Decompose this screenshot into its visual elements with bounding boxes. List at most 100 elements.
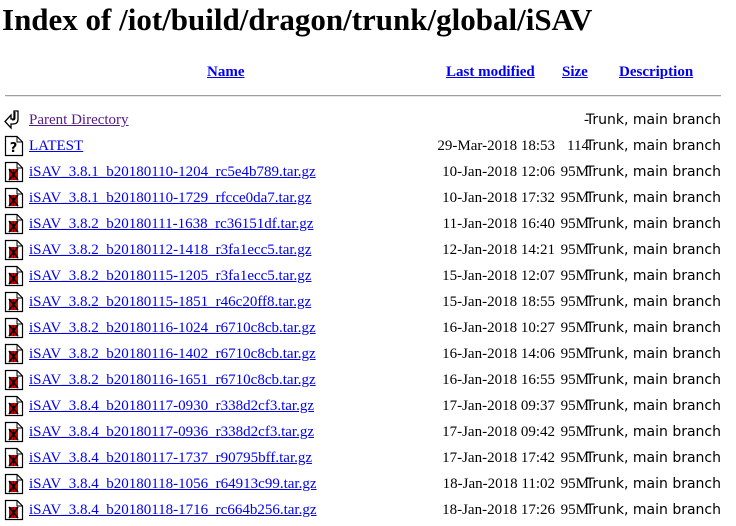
size-cell: 95M <box>560 320 589 336</box>
description-cell: Trunk, main branch <box>585 450 721 466</box>
description-cell: Trunk, main branch <box>585 242 721 258</box>
sort-by-description-link[interactable]: Description <box>619 63 693 81</box>
archive-file-icon[interactable] <box>4 395 24 417</box>
description-cell: Trunk, main branch <box>585 476 721 492</box>
description-cell: Trunk, main branch <box>585 502 721 518</box>
last-modified-cell: 15-Jan-2018 12:07 <box>442 268 555 284</box>
archive-file-icon[interactable] <box>4 213 24 235</box>
description-cell: Trunk, main branch <box>585 216 721 232</box>
file-link[interactable]: iSAV_3.8.1_b20180110-1204_rc5e4b789.tar.… <box>29 163 316 181</box>
last-modified-cell: 10-Jan-2018 12:06 <box>442 164 555 180</box>
archive-file-icon[interactable] <box>4 499 24 521</box>
unknown-file-icon[interactable]: ? <box>4 135 24 157</box>
archive-file-icon[interactable] <box>4 473 24 495</box>
last-modified-cell: 11-Jan-2018 16:40 <box>442 216 555 232</box>
file-link[interactable]: iSAV_3.8.4_b20180117-0936_r338d2cf3.tar.… <box>29 423 314 441</box>
size-cell: 95M <box>560 294 589 310</box>
table-row: iSAV_3.8.2_b20180116-1651_r6710c8cb.tar.… <box>0 367 736 393</box>
sort-by-size-link[interactable]: Size <box>562 63 588 81</box>
archive-file-icon[interactable] <box>4 369 24 391</box>
last-modified-cell: 16-Jan-2018 16:55 <box>442 372 555 388</box>
size-cell: 95M <box>560 398 589 414</box>
size-cell: 95M <box>560 164 589 180</box>
last-modified-cell: 16-Jan-2018 10:27 <box>442 320 555 336</box>
file-link[interactable]: iSAV_3.8.4_b20180117-1737_r90795bff.tar.… <box>29 449 312 467</box>
last-modified-cell: 17-Jan-2018 17:42 <box>442 450 555 466</box>
table-row: iSAV_3.8.4_b20180118-1056_r64913c99.tar.… <box>0 471 736 497</box>
svg-text:?: ? <box>10 141 18 156</box>
table-row: iSAV_3.8.2_b20180115-1205_r3fa1ecc5.tar.… <box>0 263 736 289</box>
last-modified-cell: 17-Jan-2018 09:42 <box>442 424 555 440</box>
description-cell: Trunk, main branch <box>585 294 721 310</box>
table-row: iSAV_3.8.1_b20180110-1729_rfcce0da7.tar.… <box>0 185 736 211</box>
description-cell: Trunk, main branch <box>585 190 721 206</box>
file-link[interactable]: iSAV_3.8.2_b20180115-1851_r46c20ff8.tar.… <box>29 293 311 311</box>
last-modified-cell: 12-Jan-2018 14:21 <box>442 242 555 258</box>
table-row: iSAV_3.8.2_b20180112-1418_r3fa1ecc5.tar.… <box>0 237 736 263</box>
last-modified-cell: 18-Jan-2018 11:02 <box>442 476 555 492</box>
file-link[interactable]: LATEST <box>29 137 83 155</box>
table-row: iSAV_3.8.2_b20180116-1024_r6710c8cb.tar.… <box>0 315 736 341</box>
table-row: iSAV_3.8.4_b20180117-0930_r338d2cf3.tar.… <box>0 393 736 419</box>
file-link[interactable]: iSAV_3.8.2_b20180116-1402_r6710c8cb.tar.… <box>29 345 316 363</box>
description-cell: Trunk, main branch <box>585 424 721 440</box>
size-cell: 95M <box>560 502 589 518</box>
table-row: iSAV_3.8.2_b20180116-1402_r6710c8cb.tar.… <box>0 341 736 367</box>
description-cell: Trunk, main branch <box>585 372 721 388</box>
size-cell: 95M <box>560 372 589 388</box>
file-link[interactable]: iSAV_3.8.4_b20180117-0930_r338d2cf3.tar.… <box>29 397 314 415</box>
header-divider <box>5 95 721 97</box>
file-link[interactable]: iSAV_3.8.4_b20180118-1716_rc664b256.tar.… <box>29 501 316 519</box>
archive-file-icon[interactable] <box>4 343 24 365</box>
table-row: ? LATEST 29-Mar-2018 18:53 114 Trunk, main b… <box>0 133 736 159</box>
file-link[interactable]: iSAV_3.8.2_b20180111-1638_rc36151df.tar.… <box>29 215 313 233</box>
archive-file-icon[interactable] <box>4 239 24 261</box>
page-title: Index of /iot/build/dragon/trunk/global/… <box>2 2 593 37</box>
description-cell: Trunk, main branch <box>585 164 721 180</box>
description-cell: Trunk, main branch <box>585 112 721 128</box>
description-cell: Trunk, main branch <box>585 138 721 154</box>
file-link[interactable]: iSAV_3.8.2_b20180116-1651_r6710c8cb.tar.… <box>29 371 316 389</box>
size-cell: 95M <box>560 424 589 440</box>
archive-file-icon[interactable] <box>4 187 24 209</box>
last-modified-cell: 15-Jan-2018 18:55 <box>442 294 555 310</box>
file-link[interactable]: iSAV_3.8.4_b20180118-1056_r64913c99.tar.… <box>29 475 316 493</box>
table-row: iSAV_3.8.4_b20180117-1737_r90795bff.tar.… <box>0 445 736 471</box>
size-cell: 95M <box>560 346 589 362</box>
parent-directory-link[interactable]: Parent Directory <box>29 111 129 129</box>
size-cell: 95M <box>560 242 589 258</box>
description-cell: Trunk, main branch <box>585 346 721 362</box>
table-row: iSAV_3.8.2_b20180115-1851_r46c20ff8.tar.… <box>0 289 736 315</box>
description-cell: Trunk, main branch <box>585 398 721 414</box>
archive-file-icon[interactable] <box>4 161 24 183</box>
last-modified-cell: 17-Jan-2018 09:37 <box>442 398 555 414</box>
size-cell: 95M <box>560 190 589 206</box>
back-icon[interactable] <box>4 109 24 131</box>
sort-by-name-link[interactable]: Name <box>207 63 245 81</box>
archive-file-icon[interactable] <box>4 421 24 443</box>
size-cell: 95M <box>560 450 589 466</box>
description-cell: Trunk, main branch <box>585 320 721 336</box>
last-modified-cell: 18-Jan-2018 17:26 <box>442 502 555 518</box>
sort-by-last-modified-link[interactable]: Last modified <box>446 63 535 81</box>
parent-directory-row: Parent Directory - Trunk, main branch <box>0 107 736 133</box>
last-modified-cell: 16-Jan-2018 14:06 <box>442 346 555 362</box>
size-cell: 95M <box>560 216 589 232</box>
file-link[interactable]: iSAV_3.8.2_b20180116-1024_r6710c8cb.tar.… <box>29 319 316 337</box>
size-cell: 95M <box>560 268 589 284</box>
file-link[interactable]: iSAV_3.8.2_b20180112-1418_r3fa1ecc5.tar.… <box>29 241 311 259</box>
table-row: iSAV_3.8.4_b20180118-1716_rc664b256.tar.… <box>0 497 736 523</box>
table-row: iSAV_3.8.2_b20180111-1638_rc36151df.tar.… <box>0 211 736 237</box>
file-link[interactable]: iSAV_3.8.2_b20180115-1205_r3fa1ecc5.tar.… <box>29 267 311 285</box>
last-modified-cell: 10-Jan-2018 17:32 <box>442 190 555 206</box>
description-cell: Trunk, main branch <box>585 268 721 284</box>
size-cell: 95M <box>560 476 589 492</box>
archive-file-icon[interactable] <box>4 447 24 469</box>
file-link[interactable]: iSAV_3.8.1_b20180110-1729_rfcce0da7.tar.… <box>29 189 311 207</box>
archive-file-icon[interactable] <box>4 265 24 287</box>
table-row: iSAV_3.8.1_b20180110-1204_rc5e4b789.tar.… <box>0 159 736 185</box>
archive-file-icon[interactable] <box>4 317 24 339</box>
archive-file-icon[interactable] <box>4 291 24 313</box>
last-modified-cell: 29-Mar-2018 18:53 <box>437 138 555 154</box>
table-row: iSAV_3.8.4_b20180117-0936_r338d2cf3.tar.… <box>0 419 736 445</box>
